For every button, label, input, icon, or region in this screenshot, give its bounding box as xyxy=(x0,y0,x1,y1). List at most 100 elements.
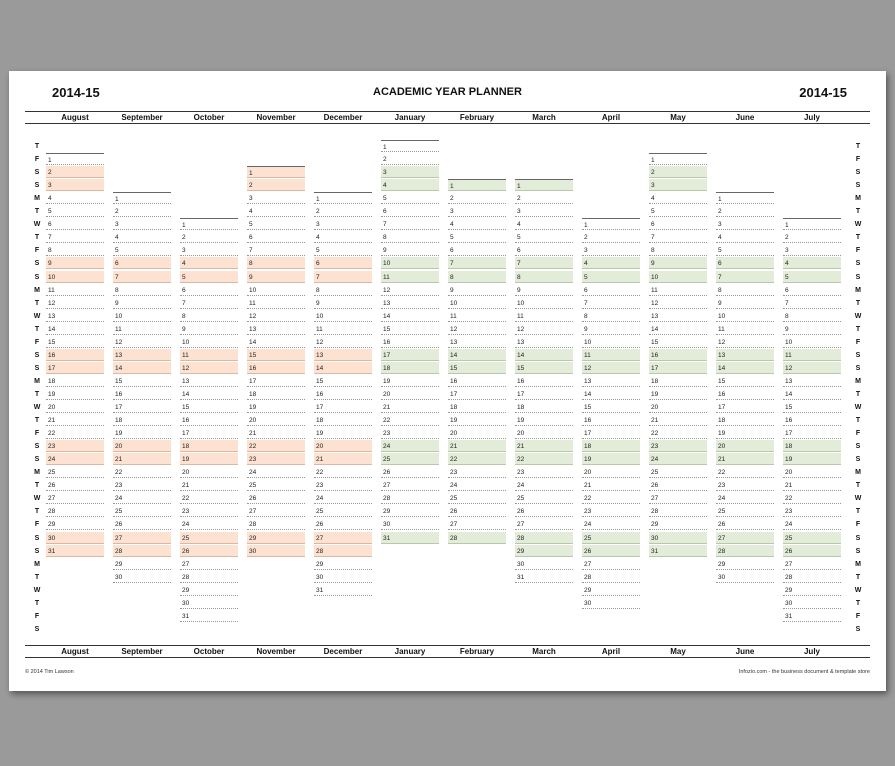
day-cell: 27 xyxy=(113,531,171,544)
day-cell: 2 xyxy=(716,205,774,218)
year-label-right: 2014-15 xyxy=(799,85,847,100)
day-cell: 29 xyxy=(716,558,774,570)
day-cell: 19 xyxy=(515,414,573,427)
day-cell: 20 xyxy=(180,466,238,479)
day-cell: 11 xyxy=(180,348,238,361)
day-cell: 14 xyxy=(113,361,171,374)
day-cell: 14 xyxy=(515,348,573,361)
day-cell: 26 xyxy=(247,492,305,505)
weekday-label: S xyxy=(34,456,40,464)
day-cell: 17 xyxy=(113,401,171,413)
day-cell: 12 xyxy=(515,323,573,335)
day-cell: 29 xyxy=(649,518,707,531)
weekday-label: M xyxy=(855,560,861,568)
day-cell: 22 xyxy=(716,466,774,479)
day-cell: 7 xyxy=(381,218,439,231)
day-cell: 19 xyxy=(783,453,841,466)
day-cell: 2 xyxy=(448,192,506,205)
day-cell: 13 xyxy=(46,310,104,322)
day-cell: 3 xyxy=(46,179,104,192)
day-cell: 14 xyxy=(582,388,640,400)
month-header-january: January xyxy=(394,647,426,656)
day-cell: 22 xyxy=(783,492,841,505)
day-cell: 13 xyxy=(180,375,238,387)
day-cell: 26 xyxy=(783,544,841,557)
day-cell: 18 xyxy=(783,440,841,453)
day-cell: 13 xyxy=(314,348,372,361)
day-cell: 20 xyxy=(113,440,171,453)
day-cell: 24 xyxy=(314,492,372,505)
day-cell: 15 xyxy=(180,401,238,413)
day-cell: 2 xyxy=(46,166,104,179)
top-rule xyxy=(25,111,870,112)
month-header-march: March xyxy=(532,113,556,122)
day-cell: 9 xyxy=(716,297,774,309)
day-cell: 26 xyxy=(314,518,372,531)
month-header-september: September xyxy=(121,647,163,656)
day-cell: 6 xyxy=(716,257,774,270)
day-cell: 22 xyxy=(582,492,640,505)
day-cell: 3 xyxy=(180,244,238,257)
day-cell: 1 xyxy=(582,218,640,231)
day-cell: 21 xyxy=(314,453,372,466)
weekday-label: T xyxy=(34,390,40,398)
day-cell: 14 xyxy=(180,388,238,400)
day-cell: 6 xyxy=(46,218,104,231)
weekday-label: S xyxy=(34,364,40,372)
day-cell: 20 xyxy=(783,466,841,479)
day-cell: 6 xyxy=(113,257,171,270)
day-cell: 27 xyxy=(314,531,372,544)
day-cell: 2 xyxy=(247,179,305,192)
day-cell: 23 xyxy=(716,479,774,492)
weekday-label: T xyxy=(855,417,861,425)
day-cell: 15 xyxy=(783,401,841,413)
day-cell: 20 xyxy=(515,427,573,440)
day-cell: 8 xyxy=(783,310,841,322)
day-cell: 10 xyxy=(180,336,238,348)
day-cell: 23 xyxy=(113,479,171,492)
weekday-label: S xyxy=(855,364,861,372)
day-cell: 15 xyxy=(314,375,372,387)
day-cell: 23 xyxy=(381,427,439,440)
day-cell: 14 xyxy=(46,323,104,335)
day-cell: 21 xyxy=(448,440,506,453)
day-cell: 29 xyxy=(314,558,372,570)
day-cell: 25 xyxy=(180,531,238,544)
day-cell: 28 xyxy=(247,518,305,531)
day-cell: 15 xyxy=(46,336,104,348)
day-cell: 3 xyxy=(247,192,305,205)
weekday-label: W xyxy=(33,586,41,594)
day-cell: 30 xyxy=(582,597,640,609)
day-cell: 9 xyxy=(515,284,573,296)
day-cell: 4 xyxy=(180,257,238,270)
day-cell: 31 xyxy=(46,544,104,557)
weekday-label: S xyxy=(855,456,861,464)
month-header-march: March xyxy=(532,647,556,656)
day-cell: 6 xyxy=(582,284,640,296)
day-cell: 30 xyxy=(247,544,305,557)
day-cell: 9 xyxy=(113,297,171,309)
day-cell: 7 xyxy=(448,257,506,270)
day-cell: 13 xyxy=(649,310,707,322)
day-cell: 12 xyxy=(783,361,841,374)
day-cell: 8 xyxy=(113,284,171,296)
day-cell: 10 xyxy=(448,297,506,309)
day-cell: 19 xyxy=(716,427,774,440)
bottom-header-rule xyxy=(25,657,870,658)
day-cell: 4 xyxy=(381,179,439,192)
month-header-april: April xyxy=(601,647,621,656)
day-cell: 19 xyxy=(247,401,305,413)
day-cell: 19 xyxy=(381,375,439,387)
day-cell: 29 xyxy=(381,505,439,518)
day-cell: 25 xyxy=(247,479,305,492)
day-cell: 28 xyxy=(582,571,640,583)
day-cell: 9 xyxy=(448,284,506,296)
day-cell: 14 xyxy=(783,388,841,400)
weekday-label: W xyxy=(854,404,862,411)
day-cell: 9 xyxy=(582,323,640,335)
day-cell: 16 xyxy=(247,361,305,374)
day-cell: 6 xyxy=(448,244,506,257)
day-cell: 1 xyxy=(113,192,171,205)
day-cell: 7 xyxy=(314,270,372,283)
day-cell: 8 xyxy=(448,270,506,283)
